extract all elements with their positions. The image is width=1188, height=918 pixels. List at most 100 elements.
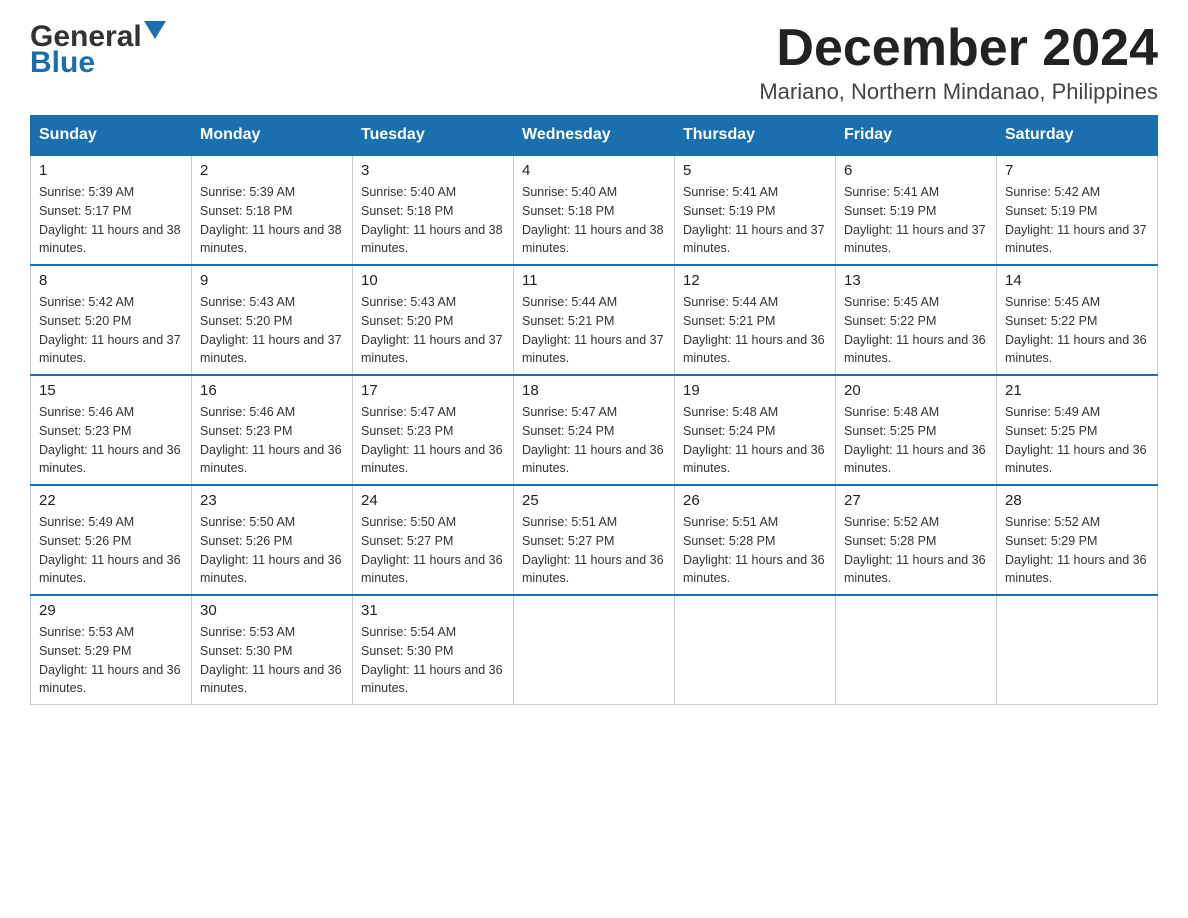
day-info: Sunrise: 5:43 AMSunset: 5:20 PMDaylight:…: [200, 293, 344, 368]
calendar-cell: 25 Sunrise: 5:51 AMSunset: 5:27 PMDayligh…: [514, 485, 675, 595]
calendar-cell: [836, 595, 997, 705]
page-header: General Blue December 2024 Mariano, Nort…: [30, 20, 1158, 105]
day-number: 12: [683, 272, 827, 289]
day-number: 24: [361, 492, 505, 509]
calendar-cell: 8 Sunrise: 5:42 AMSunset: 5:20 PMDaylight…: [31, 265, 192, 375]
day-number: 22: [39, 492, 183, 509]
day-info: Sunrise: 5:42 AMSunset: 5:19 PMDaylight:…: [1005, 183, 1149, 258]
calendar-cell: 26Sunrise: 5:51 AMSunset: 5:28 PMDayligh…: [675, 485, 836, 595]
calendar-cell: 3 Sunrise: 5:40 AMSunset: 5:18 PMDaylight…: [353, 155, 514, 265]
day-info: Sunrise: 5:40 AMSunset: 5:18 PMDaylight:…: [361, 183, 505, 258]
day-info: Sunrise: 5:43 AMSunset: 5:20 PMDaylight:…: [361, 293, 505, 368]
day-info: Sunrise: 5:51 AMSunset: 5:27 PMDaylight:…: [522, 513, 666, 588]
col-sunday: Sunday: [31, 116, 192, 156]
day-info: Sunrise: 5:50 AMSunset: 5:27 PMDaylight:…: [361, 513, 505, 588]
day-info: Sunrise: 5:53 AMSunset: 5:30 PMDaylight:…: [200, 623, 344, 698]
day-number: 26: [683, 492, 827, 509]
day-info: Sunrise: 5:54 AMSunset: 5:30 PMDaylight:…: [361, 623, 505, 698]
calendar-cell: 24 Sunrise: 5:50 AMSunset: 5:27 PMDayligh…: [353, 485, 514, 595]
day-number: 3: [361, 162, 505, 179]
day-info: Sunrise: 5:44 AMSunset: 5:21 PMDaylight:…: [522, 293, 666, 368]
day-number: 16: [200, 382, 344, 399]
day-number: 10: [361, 272, 505, 289]
day-info: Sunrise: 5:45 AMSunset: 5:22 PMDaylight:…: [844, 293, 988, 368]
calendar-cell: 10 Sunrise: 5:43 AMSunset: 5:20 PMDayligh…: [353, 265, 514, 375]
calendar-cell: 27 Sunrise: 5:52 AMSunset: 5:28 PMDayligh…: [836, 485, 997, 595]
day-info: Sunrise: 5:42 AMSunset: 5:20 PMDaylight:…: [39, 293, 183, 368]
logo-blue-text: Blue: [30, 46, 166, 80]
calendar-week-row: 1 Sunrise: 5:39 AMSunset: 5:17 PMDaylight…: [31, 155, 1158, 265]
calendar-cell: [675, 595, 836, 705]
calendar-cell: 14 Sunrise: 5:45 AMSunset: 5:22 PMDayligh…: [997, 265, 1158, 375]
col-friday: Friday: [836, 116, 997, 156]
day-number: 14: [1005, 272, 1149, 289]
day-info: Sunrise: 5:49 AMSunset: 5:25 PMDaylight:…: [1005, 403, 1149, 478]
day-number: 20: [844, 382, 988, 399]
calendar-week-row: 22 Sunrise: 5:49 AMSunset: 5:26 PMDayligh…: [31, 485, 1158, 595]
calendar-cell: [997, 595, 1158, 705]
calendar-cell: 29 Sunrise: 5:53 AMSunset: 5:29 PMDayligh…: [31, 595, 192, 705]
calendar-cell: 31 Sunrise: 5:54 AMSunset: 5:30 PMDayligh…: [353, 595, 514, 705]
day-number: 11: [522, 272, 666, 289]
title-block: December 2024 Mariano, Northern Mindanao…: [759, 20, 1158, 105]
day-number: 15: [39, 382, 183, 399]
calendar-cell: 9 Sunrise: 5:43 AMSunset: 5:20 PMDaylight…: [192, 265, 353, 375]
calendar-cell: 2 Sunrise: 5:39 AMSunset: 5:18 PMDaylight…: [192, 155, 353, 265]
day-info: Sunrise: 5:49 AMSunset: 5:26 PMDaylight:…: [39, 513, 183, 588]
day-number: 25: [522, 492, 666, 509]
day-info: Sunrise: 5:52 AMSunset: 5:29 PMDaylight:…: [1005, 513, 1149, 588]
day-info: Sunrise: 5:52 AMSunset: 5:28 PMDaylight:…: [844, 513, 988, 588]
calendar-cell: 18Sunrise: 5:47 AMSunset: 5:24 PMDayligh…: [514, 375, 675, 485]
location-subtitle: Mariano, Northern Mindanao, Philippines: [759, 79, 1158, 105]
day-info: Sunrise: 5:48 AMSunset: 5:25 PMDaylight:…: [844, 403, 988, 478]
day-info: Sunrise: 5:41 AMSunset: 5:19 PMDaylight:…: [683, 183, 827, 258]
calendar-cell: 28Sunrise: 5:52 AMSunset: 5:29 PMDayligh…: [997, 485, 1158, 595]
day-number: 2: [200, 162, 344, 179]
day-info: Sunrise: 5:53 AMSunset: 5:29 PMDaylight:…: [39, 623, 183, 698]
col-thursday: Thursday: [675, 116, 836, 156]
calendar-week-row: 8 Sunrise: 5:42 AMSunset: 5:20 PMDaylight…: [31, 265, 1158, 375]
calendar-header-row: Sunday Monday Tuesday Wednesday Thursday…: [31, 116, 1158, 156]
day-number: 31: [361, 602, 505, 619]
calendar-cell: 7 Sunrise: 5:42 AMSunset: 5:19 PMDaylight…: [997, 155, 1158, 265]
day-number: 29: [39, 602, 183, 619]
calendar-cell: 21 Sunrise: 5:49 AMSunset: 5:25 PMDayligh…: [997, 375, 1158, 485]
day-info: Sunrise: 5:46 AMSunset: 5:23 PMDaylight:…: [39, 403, 183, 478]
calendar-cell: 30 Sunrise: 5:53 AMSunset: 5:30 PMDayligh…: [192, 595, 353, 705]
day-number: 13: [844, 272, 988, 289]
day-number: 21: [1005, 382, 1149, 399]
calendar-cell: 20 Sunrise: 5:48 AMSunset: 5:25 PMDayligh…: [836, 375, 997, 485]
day-number: 19: [683, 382, 827, 399]
day-info: Sunrise: 5:39 AMSunset: 5:18 PMDaylight:…: [200, 183, 344, 258]
calendar-cell: 16Sunrise: 5:46 AMSunset: 5:23 PMDayligh…: [192, 375, 353, 485]
day-number: 27: [844, 492, 988, 509]
calendar-cell: 11 Sunrise: 5:44 AMSunset: 5:21 PMDayligh…: [514, 265, 675, 375]
calendar-cell: 22 Sunrise: 5:49 AMSunset: 5:26 PMDayligh…: [31, 485, 192, 595]
logo-triangle-icon: [144, 21, 166, 43]
day-info: Sunrise: 5:44 AMSunset: 5:21 PMDaylight:…: [683, 293, 827, 368]
day-info: Sunrise: 5:41 AMSunset: 5:19 PMDaylight:…: [844, 183, 988, 258]
day-number: 7: [1005, 162, 1149, 179]
day-number: 23: [200, 492, 344, 509]
calendar-cell: 13 Sunrise: 5:45 AMSunset: 5:22 PMDayligh…: [836, 265, 997, 375]
logo: General Blue: [30, 20, 166, 80]
calendar-week-row: 29 Sunrise: 5:53 AMSunset: 5:29 PMDayligh…: [31, 595, 1158, 705]
day-info: Sunrise: 5:50 AMSunset: 5:26 PMDaylight:…: [200, 513, 344, 588]
calendar-cell: 6 Sunrise: 5:41 AMSunset: 5:19 PMDaylight…: [836, 155, 997, 265]
day-number: 30: [200, 602, 344, 619]
calendar-cell: 1 Sunrise: 5:39 AMSunset: 5:17 PMDaylight…: [31, 155, 192, 265]
col-monday: Monday: [192, 116, 353, 156]
day-number: 8: [39, 272, 183, 289]
day-info: Sunrise: 5:45 AMSunset: 5:22 PMDaylight:…: [1005, 293, 1149, 368]
calendar-cell: 4Sunrise: 5:40 AMSunset: 5:18 PMDaylight…: [514, 155, 675, 265]
day-info: Sunrise: 5:39 AMSunset: 5:17 PMDaylight:…: [39, 183, 183, 258]
day-number: 6: [844, 162, 988, 179]
day-number: 5: [683, 162, 827, 179]
day-number: 17: [361, 382, 505, 399]
month-year-title: December 2024: [759, 20, 1158, 77]
calendar-week-row: 15 Sunrise: 5:46 AMSunset: 5:23 PMDayligh…: [31, 375, 1158, 485]
day-number: 1: [39, 162, 183, 179]
calendar-table: Sunday Monday Tuesday Wednesday Thursday…: [30, 115, 1158, 705]
day-info: Sunrise: 5:40 AMSunset: 5:18 PMDaylight:…: [522, 183, 666, 258]
day-number: 9: [200, 272, 344, 289]
